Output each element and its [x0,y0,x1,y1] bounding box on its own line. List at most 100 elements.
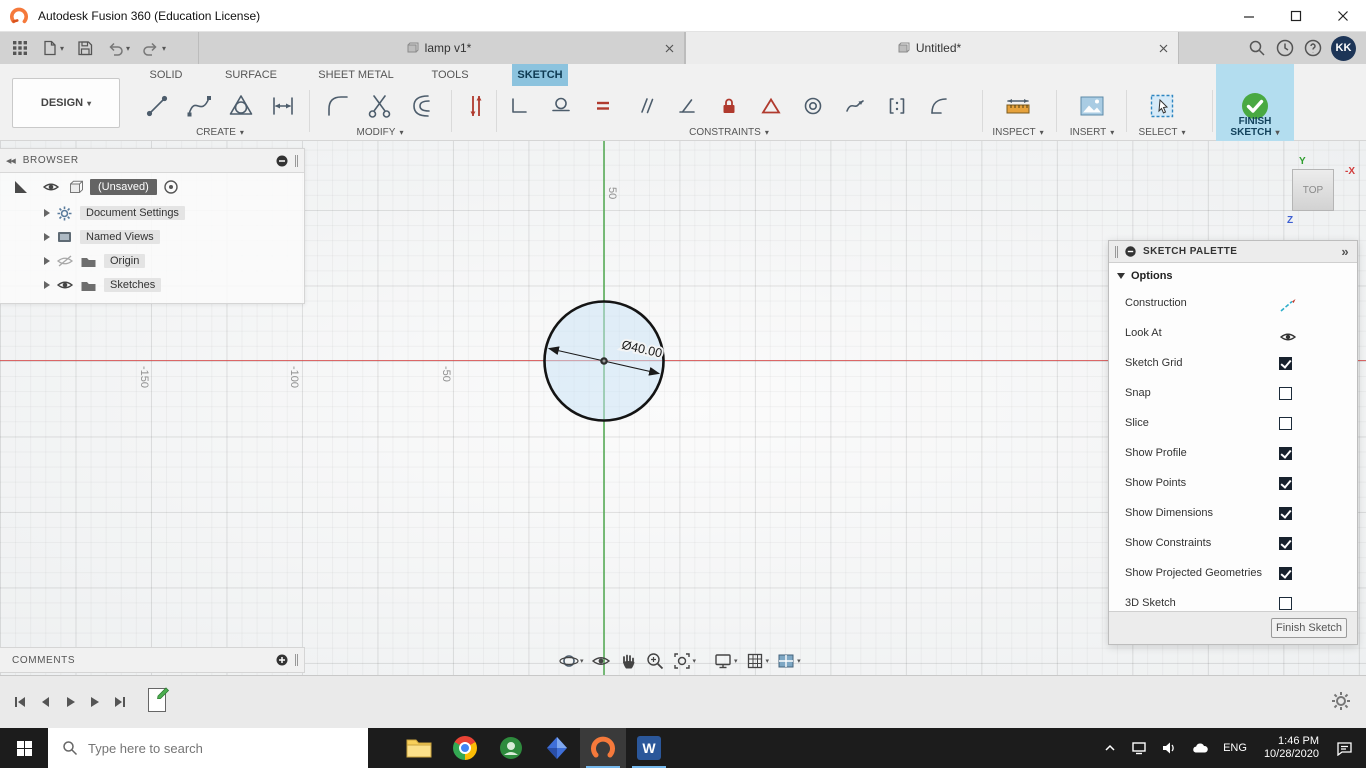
tray-network-icon[interactable] [1126,728,1152,768]
search-button[interactable] [1247,38,1267,58]
sketch-dimension-tool-button[interactable] [456,87,498,125]
file-explorer-taskbar-icon[interactable] [396,728,442,768]
browser-item-label[interactable]: Origin [104,254,146,268]
timeline-play-button[interactable] [58,690,82,714]
options-section-header[interactable]: Options [1109,263,1357,289]
grid-snap-settings-button[interactable] [742,649,773,673]
spline-tool-button[interactable] [178,87,220,125]
close-tab-icon[interactable] [662,41,676,55]
close-tab-icon[interactable] [1156,41,1170,55]
visibility-eye-icon[interactable] [56,278,74,292]
tab-solid[interactable]: SOLID [132,64,200,86]
close-button[interactable] [1319,0,1366,32]
line-tool-button[interactable] [136,87,178,125]
browser-item-document-settings[interactable]: Document Settings [0,201,304,225]
tab-surface[interactable]: SURFACE [200,64,302,86]
show-projected-geometries-checkbox[interactable] [1279,567,1292,580]
measure-tool-button[interactable] [997,87,1039,125]
help-button[interactable] [1303,38,1323,58]
tab-sketch[interactable]: SKETCH [512,64,568,86]
3d-sketch-checkbox[interactable] [1279,597,1292,610]
show-constraints-checkbox[interactable] [1279,537,1292,550]
browser-item-label[interactable]: Sketches [104,278,162,292]
sketch-grid-checkbox[interactable] [1279,357,1292,370]
timeline-sketch-feature-marker[interactable] [148,687,170,712]
inspect-group-label[interactable]: INSPECT [986,127,1050,138]
offset-tool-button[interactable] [401,87,443,125]
fix-constraint-button[interactable] [708,87,750,125]
tab-sheet-metal[interactable]: SHEET METAL [302,64,410,86]
chrome-taskbar-icon[interactable] [442,728,488,768]
viewports-button[interactable] [773,649,804,673]
user-avatar[interactable]: KK [1331,35,1356,61]
browser-collapse-icon[interactable] [6,155,15,166]
zoom-tool-button[interactable] [642,649,668,673]
concentric-constraint-button[interactable] [792,87,834,125]
timeline-go-to-end-button[interactable] [108,690,132,714]
action-center-icon[interactable] [1331,728,1358,768]
smooth-constraint-button[interactable] [834,87,876,125]
select-group-label[interactable]: SELECT [1130,127,1194,138]
pan-tool-button[interactable] [615,649,641,673]
expander-icon[interactable] [44,233,50,241]
tangent-constraint-button[interactable] [540,87,582,125]
timeline-go-to-start-button[interactable] [8,690,32,714]
snap-checkbox[interactable] [1279,387,1292,400]
look-at-icon[interactable] [1279,327,1297,345]
visibility-eye-icon[interactable] [42,180,60,194]
parallel-constraint-button[interactable] [624,87,666,125]
curvature-constraint-button[interactable] [918,87,960,125]
constraints-group-label[interactable]: CONSTRAINTS [498,127,960,138]
tray-chevron-up-icon[interactable] [1098,728,1122,768]
viewcube[interactable]: TOP Y -X Z [1287,156,1355,226]
construction-icon[interactable] [1279,297,1297,315]
green-app-taskbar-icon[interactable] [488,728,534,768]
look-at-tool-button[interactable] [588,649,614,673]
expander-icon[interactable] [44,257,50,265]
doc-tab-untitled[interactable]: Untitled* [685,32,1179,64]
midpoint-constraint-button[interactable] [750,87,792,125]
insert-image-button[interactable] [1071,87,1113,125]
browser-item-sketches[interactable]: Sketches [0,273,304,297]
polygon-tool-button[interactable] [220,87,262,125]
show-points-checkbox[interactable] [1279,477,1292,490]
equal-constraint-button[interactable] [582,87,624,125]
perpendicular-constraint-button[interactable] [666,87,708,125]
taskbar-search-box[interactable] [48,728,368,768]
tray-clock[interactable]: 1:46 PM 10/28/2020 [1256,735,1327,761]
redo-button[interactable] [138,35,170,61]
timeline-step-forward-button[interactable] [83,690,107,714]
comments-resize-grip[interactable] [295,654,298,666]
doc-tab-lamp-v1[interactable]: lamp v1* [198,32,685,64]
fit-tool-button[interactable] [669,649,700,673]
browser-item-label[interactable]: Document Settings [80,206,185,220]
tab-tools[interactable]: TOOLS [410,64,490,86]
symmetry-constraint-button[interactable] [876,87,918,125]
diamond-app-taskbar-icon[interactable] [534,728,580,768]
start-button[interactable] [0,728,48,768]
browser-item-label[interactable]: Named Views [80,230,160,244]
taskbar-search-input[interactable] [88,740,338,756]
timeline-step-back-button[interactable] [33,690,57,714]
expander-icon[interactable] [44,209,50,217]
create-group-label[interactable]: CREATE [132,127,308,138]
show-profile-checkbox[interactable] [1279,447,1292,460]
browser-item-origin[interactable]: Origin [0,249,304,273]
job-status-button[interactable] [1275,38,1295,58]
browser-resize-grip[interactable] [295,154,298,167]
expander-icon[interactable] [44,281,50,289]
workspace-selector[interactable]: DESIGN [12,78,120,128]
modify-group-label[interactable]: MODIFY [314,127,446,138]
app-grid-button[interactable] [8,35,32,61]
horizontal-vertical-constraint-button[interactable] [498,87,540,125]
palette-minimize-icon[interactable] [1124,245,1137,258]
trim-tool-button[interactable] [359,87,401,125]
word-taskbar-icon[interactable]: W [626,728,672,768]
comments-expand-icon[interactable] [275,653,289,667]
fillet-tool-button[interactable] [317,87,359,125]
fusion-360-taskbar-icon[interactable] [580,728,626,768]
timeline-settings-gear-icon[interactable] [1330,690,1352,712]
palette-resize-grip[interactable] [1115,245,1118,258]
maximize-button[interactable] [1272,0,1319,32]
save-button[interactable] [72,35,98,61]
